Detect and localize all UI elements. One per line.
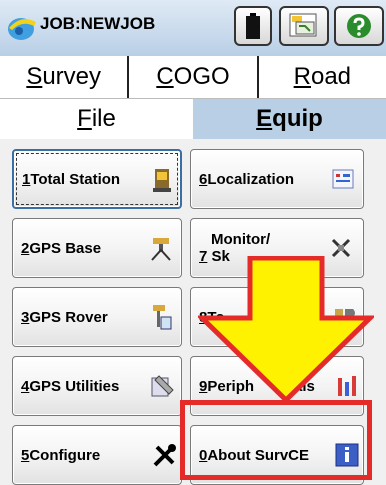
yellow-down-arrow-annotation bbox=[198, 256, 374, 402]
tab-equip-label: Equip bbox=[256, 105, 323, 132]
total-station-label: 1 Total Station bbox=[22, 170, 121, 188]
job-title: JOB:NEWJOB bbox=[40, 14, 156, 33]
main-tab-bar: Survey COGO Road bbox=[0, 56, 386, 99]
configure-label: 5 Configure bbox=[21, 446, 101, 464]
tab-road-label: Road bbox=[293, 63, 352, 90]
total-station-icon bbox=[153, 169, 171, 192]
gps-base-button[interactable]: 2 GPS Base bbox=[12, 218, 182, 278]
battery-button[interactable] bbox=[234, 6, 272, 46]
project-notes-button[interactable] bbox=[279, 6, 329, 46]
gps-rover-label: 3 GPS Rover bbox=[21, 308, 108, 326]
gps-utilities-label: 4 GPS Utilities bbox=[21, 377, 120, 395]
total-station-button[interactable]: 1 Total Station bbox=[12, 149, 182, 209]
tab-cogo-label: COGO bbox=[156, 63, 230, 90]
battery-icon bbox=[246, 13, 260, 39]
title-bar: JOB:NEWJOB bbox=[0, 0, 386, 57]
gps-utilities-button[interactable]: 4 GPS Utilities bbox=[12, 356, 182, 416]
tab-file-label: File bbox=[77, 105, 116, 132]
help-button[interactable] bbox=[334, 6, 384, 46]
tab-survey-label: Survey bbox=[26, 63, 102, 90]
localization-button[interactable]: 6 Localization bbox=[190, 149, 364, 209]
configure-button[interactable]: 5 Configure bbox=[12, 425, 182, 485]
gps-base-icon bbox=[151, 238, 171, 261]
gps-rover-button[interactable]: 3 GPS Rover bbox=[12, 287, 182, 347]
sub-tab-bar: File Equip bbox=[0, 99, 386, 139]
gps-base-label: 2 GPS Base bbox=[21, 239, 102, 257]
tab-road[interactable]: Road bbox=[256, 56, 386, 98]
survce-logo-icon[interactable] bbox=[6, 12, 40, 42]
gps-utilities-icon bbox=[151, 375, 174, 397]
configure-tools-icon bbox=[153, 444, 176, 467]
localization-icon bbox=[332, 169, 354, 189]
localization-label: 6 Localization bbox=[199, 170, 295, 188]
help-icon bbox=[347, 14, 371, 38]
tab-survey[interactable]: Survey bbox=[0, 56, 127, 98]
project-notes-icon bbox=[289, 13, 317, 37]
gps-rover-icon bbox=[153, 305, 172, 330]
tab-file[interactable]: File bbox=[0, 99, 193, 139]
tab-equip[interactable]: Equip bbox=[193, 99, 386, 139]
about-survce-highlight-box bbox=[180, 400, 372, 480]
tab-cogo[interactable]: COGO bbox=[127, 56, 256, 98]
